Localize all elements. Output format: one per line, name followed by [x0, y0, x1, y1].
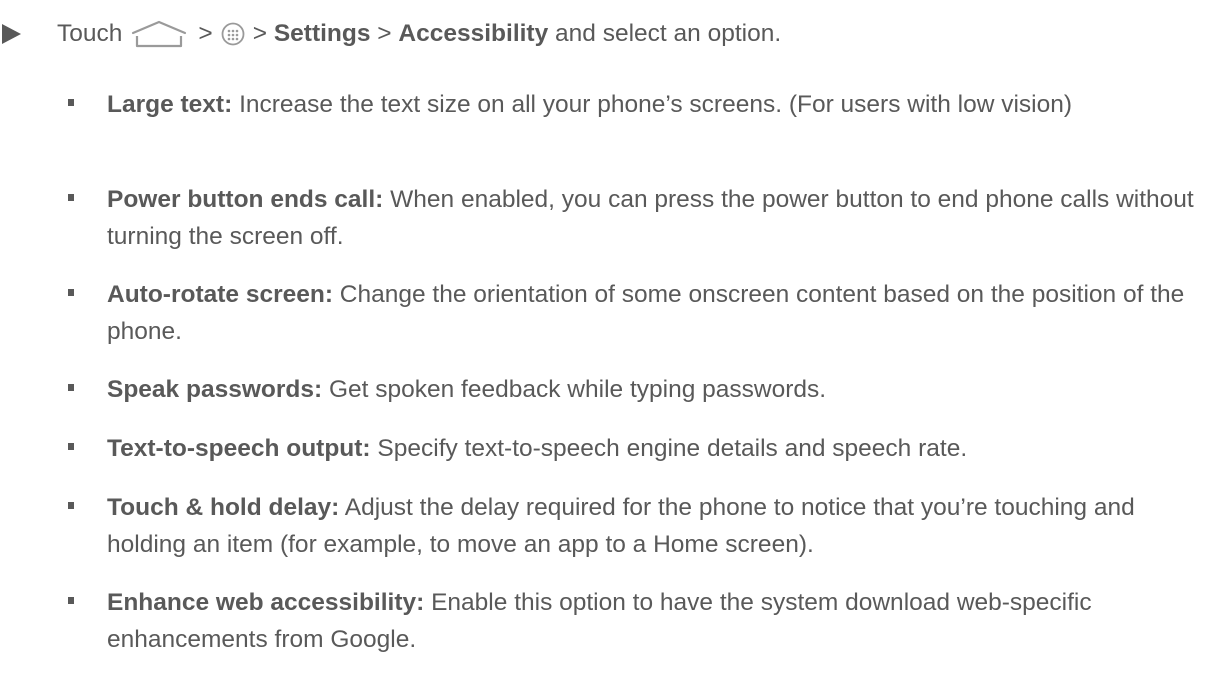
option-label: Touch & hold delay: [107, 494, 340, 521]
bullet-icon [68, 597, 74, 604]
home-icon [132, 20, 187, 48]
bullet-icon [68, 194, 74, 201]
accessibility-label: Accessibility [398, 20, 549, 47]
option-label: Enhance web accessibility: [107, 589, 425, 616]
option-label: Large text: [107, 91, 233, 118]
touch-text: Touch [57, 20, 123, 47]
settings-label: Settings [273, 20, 371, 47]
separator: > [252, 20, 268, 47]
option-text: Speak passwords: Get spoken feedback whi… [107, 371, 1202, 408]
option-label: Power button ends call: [107, 186, 384, 213]
option-text: Touch & hold delay: Adjust the delay req… [107, 489, 1202, 563]
triangle-bullet-icon [2, 24, 21, 44]
separator: > [377, 20, 392, 47]
option-text: Enhance web accessibility: Enable this o… [107, 584, 1202, 658]
instruction-line: Touch > > Settings > Accessibility and s… [0, 14, 781, 54]
option-text: Auto-rotate screen: Change the orientati… [107, 276, 1202, 350]
option-text: Text-to-speech output: Specify text-to-s… [107, 430, 1202, 467]
bullet-icon [68, 289, 74, 296]
option-label: Speak passwords: [107, 376, 323, 403]
bullet-icon [68, 99, 74, 106]
bullet-icon [68, 443, 74, 450]
option-text: Power button ends call: When enabled, yo… [107, 181, 1202, 255]
instruction-tail: and select an option. [555, 20, 782, 47]
option-desc: Increase the text size on all your phone… [239, 91, 1072, 118]
option-desc: Get spoken feedback while typing passwor… [328, 376, 827, 403]
option-text: Large text: Increase the text size on al… [107, 86, 1202, 123]
option-desc: Specify text-to-speech engine details an… [377, 435, 968, 462]
option-label: Auto-rotate screen: [107, 281, 333, 308]
bullet-icon [68, 502, 74, 509]
option-label: Text-to-speech output: [107, 435, 371, 462]
apps-icon [221, 22, 245, 46]
separator: > [198, 20, 213, 47]
bullet-icon [68, 384, 74, 391]
